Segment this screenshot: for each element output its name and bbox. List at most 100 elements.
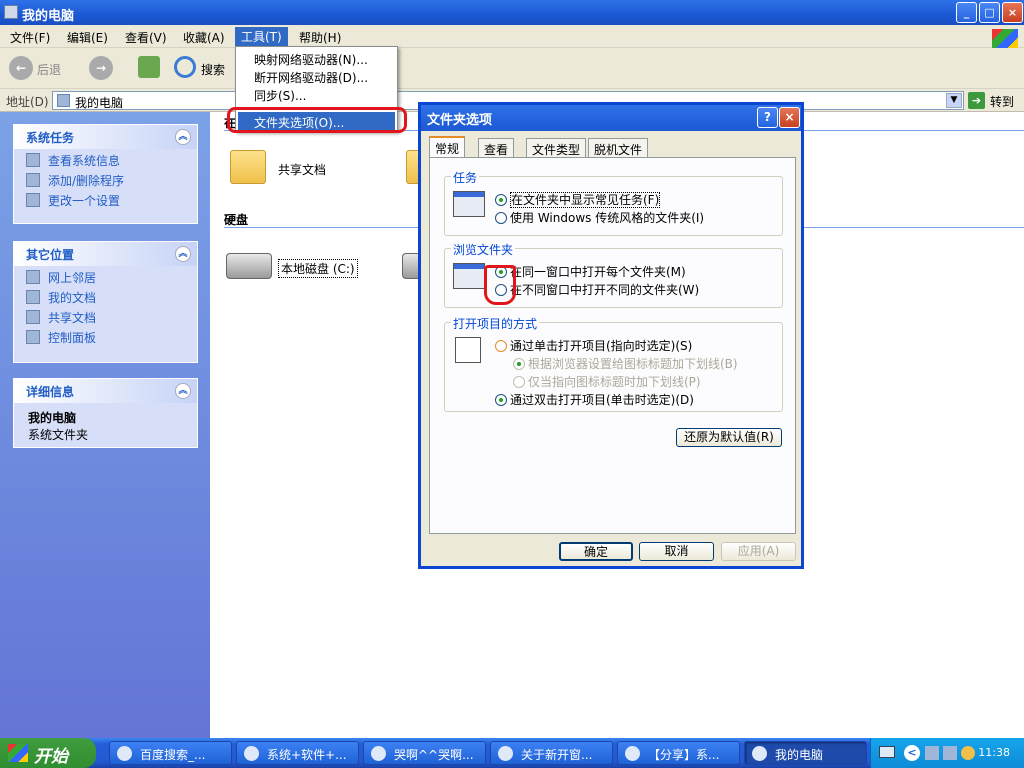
- windows-logo-icon: [8, 744, 28, 762]
- radio-label: 仅当指向图标标题时加下划线(P): [528, 375, 701, 389]
- restore-defaults-button[interactable]: 还原为默认值(R): [676, 428, 782, 447]
- radio-underline-point[interactable]: 仅当指向图标标题时加下划线(P): [513, 373, 701, 390]
- forward-arrow-icon[interactable]: →: [89, 56, 113, 80]
- start-label: 开始: [34, 747, 68, 767]
- close-button[interactable]: ×: [1002, 2, 1023, 23]
- place-label: 我的文档: [48, 291, 97, 305]
- tab-offline-files[interactable]: 脱机文件: [588, 138, 649, 158]
- task-add-remove-programs[interactable]: 添加/删除程序: [14, 169, 197, 189]
- task-view-system-info[interactable]: 查看系统信息: [14, 149, 197, 169]
- menu-tools[interactable]: 工具(T): [235, 27, 288, 46]
- menu-help[interactable]: 帮助(H): [299, 29, 341, 46]
- taskbar-item[interactable]: 【分享】系...: [617, 741, 740, 765]
- panel-title: 其它位置: [26, 248, 75, 262]
- taskbar-item[interactable]: 系统+软件+...: [236, 741, 359, 765]
- programs-icon: [26, 173, 40, 187]
- place-shared-documents[interactable]: 共享文档: [14, 306, 197, 326]
- radio-show-common-tasks[interactable]: 在文件夹中显示常见任务(F): [495, 191, 661, 208]
- chevron-up-icon[interactable]: ︽: [175, 129, 191, 145]
- menu-item-sync[interactable]: 同步(S)...: [254, 87, 306, 104]
- place-label: 共享文档: [48, 311, 97, 325]
- chevron-up-icon[interactable]: ︽: [175, 246, 191, 262]
- menu-item-map-drive[interactable]: 映射网络驱动器(N)...: [254, 51, 368, 68]
- keyboard-icon[interactable]: [879, 746, 895, 758]
- place-label: 网上邻居: [48, 271, 97, 285]
- place-control-panel[interactable]: 控制面板: [14, 326, 197, 346]
- help-button[interactable]: ?: [757, 107, 778, 128]
- task-label: 查看系统信息: [48, 154, 121, 168]
- taskbar-item[interactable]: 哭啊^^哭啊...: [363, 741, 486, 765]
- local-disk-label[interactable]: 本地磁盘 (C:): [278, 259, 358, 278]
- place-network[interactable]: 网上邻居: [14, 266, 197, 286]
- ok-button[interactable]: 确定: [559, 542, 633, 561]
- apply-button[interactable]: 应用(A): [721, 542, 796, 561]
- go-button[interactable]: ➔ 转到: [968, 91, 1022, 110]
- ie-icon: [117, 746, 132, 761]
- control-panel-icon: [26, 330, 40, 344]
- go-arrow-icon: ➔: [968, 92, 985, 109]
- panel-header[interactable]: 详细信息 ︽: [14, 379, 197, 403]
- place-my-documents[interactable]: 我的文档: [14, 286, 197, 306]
- radio-underline-browser[interactable]: 根据浏览器设置给图标标题加下划线(B): [513, 355, 738, 372]
- annotation-highlight: [227, 107, 407, 133]
- panel-header[interactable]: 系统任务 ︽: [14, 125, 197, 149]
- radio-single-click[interactable]: 通过单击打开项目(指向时选定)(S): [495, 337, 692, 354]
- cancel-button[interactable]: 取消: [639, 542, 714, 561]
- radio-label: 通过单击打开项目(指向时选定)(S): [510, 339, 693, 353]
- taskbar-item-active[interactable]: 我的电脑: [744, 741, 867, 765]
- volume-icon[interactable]: [961, 746, 975, 760]
- menu-favorites[interactable]: 收藏(A): [183, 29, 225, 46]
- search-button-label[interactable]: 搜索: [201, 61, 225, 78]
- radio-label: 使用 Windows 传统风格的文件夹(I): [510, 211, 705, 225]
- taskbar-item[interactable]: 百度搜索_...: [109, 741, 232, 765]
- radio-disabled-icon: [513, 376, 525, 388]
- ie-icon: [625, 746, 640, 761]
- start-button[interactable]: 开始: [0, 738, 96, 768]
- menu-edit[interactable]: 编辑(E): [67, 29, 108, 46]
- network-icon[interactable]: [925, 746, 939, 760]
- panel-header[interactable]: 其它位置 ︽: [14, 242, 197, 266]
- network-icon[interactable]: [943, 746, 957, 760]
- tab-view[interactable]: 查看: [478, 138, 515, 158]
- radio-selected-icon: [495, 194, 507, 206]
- radio-same-window[interactable]: 在同一窗口中打开每个文件夹(M): [495, 263, 686, 280]
- clock[interactable]: 11:38: [978, 746, 1010, 759]
- up-folder-icon[interactable]: [138, 56, 160, 78]
- chevron-down-icon[interactable]: ▼: [946, 93, 962, 108]
- hard-drive-icon[interactable]: [226, 253, 272, 279]
- window-title-bar[interactable]: 我的电脑 _ □ ×: [0, 0, 1024, 25]
- radio-new-window[interactable]: 在不同窗口中打开不同的文件夹(W): [495, 281, 699, 298]
- dialog-title-bar[interactable]: 文件夹选项 ? ×: [421, 105, 801, 131]
- radio-double-click[interactable]: 通过双击打开项目(单击时选定)(D): [495, 391, 694, 408]
- address-label: 地址(D): [6, 95, 49, 109]
- folder-icon[interactable]: [230, 150, 266, 184]
- maximize-button[interactable]: □: [979, 2, 1000, 23]
- radio-classic-folders[interactable]: 使用 Windows 传统风格的文件夹(I): [495, 209, 704, 226]
- details-panel: 详细信息 ︽ 我的电脑 系统文件夹: [13, 378, 198, 448]
- task-pane: 系统任务 ︽ 查看系统信息 添加/删除程序 更改一个设置 其它位置 ︽ 网上邻居 我…: [0, 112, 210, 738]
- taskbar-item[interactable]: 关于新开窗...: [490, 741, 613, 765]
- back-button-label[interactable]: 后退: [37, 61, 61, 78]
- menu-file[interactable]: 文件(F): [10, 29, 50, 46]
- dialog-close-button[interactable]: ×: [779, 107, 800, 128]
- click-items-group: 打开项目的方式 通过单击打开项目(指向时选定)(S) 根据浏览器设置给图标标题加…: [444, 315, 783, 412]
- task-label: 更改一个设置: [48, 194, 121, 208]
- menu-item-disconnect-drive[interactable]: 断开网络驱动器(D)...: [254, 69, 368, 86]
- tab-file-types[interactable]: 文件类型: [526, 138, 587, 158]
- tray-expand-icon[interactable]: <: [904, 745, 920, 761]
- browse-preview-icon: [453, 263, 485, 289]
- minimize-button[interactable]: _: [956, 2, 977, 23]
- taskbar-label: 关于新开窗...: [521, 748, 593, 762]
- menu-view[interactable]: 查看(V): [125, 29, 167, 46]
- settings-icon: [26, 193, 40, 207]
- radio-disabled-icon: [513, 358, 525, 370]
- details-desc: 系统文件夹: [28, 428, 89, 442]
- annotation-highlight: [484, 265, 516, 305]
- shared-docs-label[interactable]: 共享文档: [278, 161, 326, 178]
- task-change-setting[interactable]: 更改一个设置: [14, 189, 197, 209]
- chevron-up-icon[interactable]: ︽: [175, 383, 191, 399]
- search-icon[interactable]: [174, 56, 196, 78]
- back-arrow-icon[interactable]: ←: [9, 56, 33, 80]
- tab-general[interactable]: 常规: [429, 136, 466, 159]
- radio-icon: [495, 340, 507, 352]
